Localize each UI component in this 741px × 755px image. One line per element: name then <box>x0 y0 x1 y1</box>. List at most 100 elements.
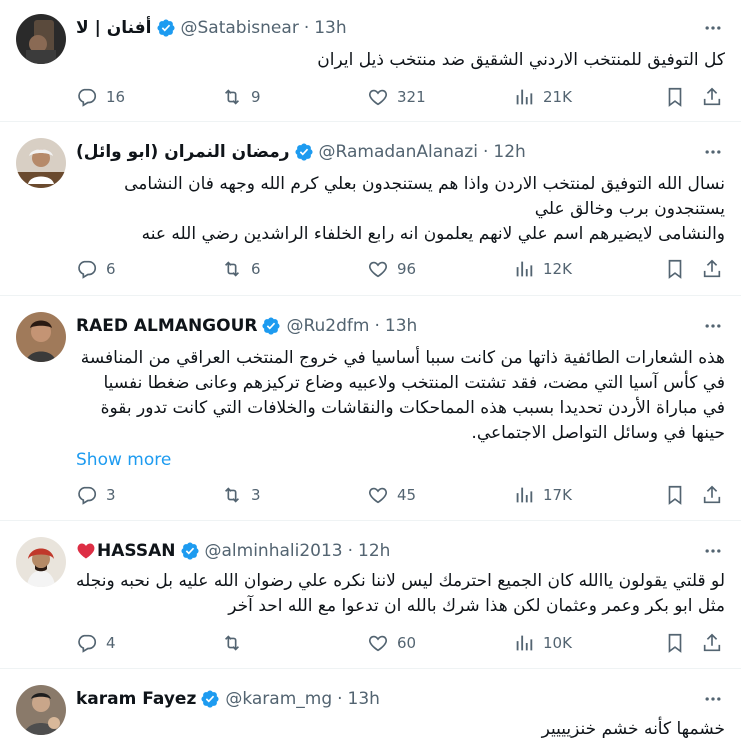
timestamp[interactable]: 13h <box>348 689 380 709</box>
reply-icon <box>78 634 97 653</box>
tweet-header: رمضان النمران (ابو وائل) @RamadanAlanazi… <box>76 140 725 164</box>
like-button[interactable]: 45 <box>367 484 416 506</box>
retweet-icon <box>224 635 240 651</box>
handle[interactable]: @RamadanAlanazi <box>319 142 478 162</box>
views-button[interactable]: 12K <box>513 258 572 280</box>
retweet-icon <box>224 89 240 105</box>
share-button[interactable] <box>701 632 723 654</box>
tweet-text: لو قلتي يقولون ياالله كان الجميع احترمك … <box>76 571 725 616</box>
tweet-header: RAED ALMANGOUR @Ru2dfm · 13h <box>76 314 725 338</box>
display-name[interactable]: RAED ALMANGOUR <box>76 316 257 336</box>
analytics-icon <box>516 261 533 277</box>
view-count: 17K <box>543 486 572 504</box>
display-name[interactable]: karam Fayez <box>76 689 196 709</box>
retweet-count: 6 <box>251 260 261 278</box>
heart-icon <box>369 261 387 278</box>
avatar[interactable] <box>16 14 66 64</box>
more-dots-icon <box>705 26 721 30</box>
analytics-icon <box>516 487 533 503</box>
display-name[interactable]: رمضان النمران (ابو وائل) <box>76 142 290 162</box>
tweet-text: هذه الشعارات الطائفية ذاتها من كانت سببا… <box>80 348 725 443</box>
avatar[interactable] <box>16 138 66 188</box>
separator-dot: · <box>303 18 310 38</box>
more-options-button[interactable] <box>701 539 725 563</box>
reply-count: 6 <box>106 260 116 278</box>
timestamp[interactable]: 12h <box>358 541 390 561</box>
heart-emoji-icon <box>76 541 96 561</box>
show-more-link[interactable]: Show more <box>76 448 725 472</box>
bookmark-icon <box>668 259 682 279</box>
tweet-header: karam Fayez @karam_mg · 13h <box>76 687 725 711</box>
handle[interactable]: @Ru2dfm <box>286 316 369 336</box>
verified-badge-icon <box>200 689 220 709</box>
tweet[interactable]: RAED ALMANGOUR @Ru2dfm · 13h هذه الشعارا… <box>0 296 741 521</box>
tweet-header: أفنان | لا @Satabisnear · 13h <box>76 16 725 40</box>
more-dots-icon <box>705 549 721 553</box>
retweet-count: 9 <box>251 88 261 106</box>
reply-count: 4 <box>106 634 116 652</box>
handle[interactable]: @alminhali2013 <box>205 541 343 561</box>
display-name[interactable]: HASSAN <box>97 541 176 561</box>
tweet[interactable]: أفنان | لا @Satabisnear · 13h كل التوفيق… <box>0 0 741 122</box>
reply-button[interactable]: 16 <box>76 86 125 108</box>
tweet-actions: 3 3 45 17K <box>76 483 725 507</box>
separator-dot: · <box>337 689 343 709</box>
timeline: أفنان | لا @Satabisnear · 13h كل التوفيق… <box>0 0 741 755</box>
like-count: 45 <box>397 486 417 504</box>
display-name[interactable]: أفنان | لا <box>76 18 152 38</box>
reply-button[interactable]: 6 <box>76 258 116 280</box>
tweet[interactable]: رمضان النمران (ابو وائل) @RamadanAlanazi… <box>0 122 741 296</box>
more-dots-icon <box>705 324 721 328</box>
like-button[interactable]: 321 <box>367 86 426 108</box>
share-button[interactable] <box>701 258 723 280</box>
more-options-button[interactable] <box>701 314 725 338</box>
view-count: 12K <box>543 260 572 278</box>
handle[interactable]: @Satabisnear <box>181 18 299 38</box>
separator-dot: · <box>347 541 354 561</box>
bookmark-icon <box>668 87 682 107</box>
view-count: 21K <box>543 88 572 106</box>
bookmark-button[interactable] <box>664 484 686 506</box>
verified-badge-icon <box>156 18 176 38</box>
share-button[interactable] <box>701 86 723 108</box>
share-button[interactable] <box>701 484 723 506</box>
verified-badge-icon <box>180 541 200 561</box>
tweet-actions: 6 6 96 12K <box>76 257 725 281</box>
more-options-button[interactable] <box>701 687 725 711</box>
like-button[interactable]: 60 <box>367 632 416 654</box>
retweet-icon <box>224 487 240 503</box>
like-count: 321 <box>397 88 426 106</box>
bookmark-button[interactable] <box>664 86 686 108</box>
avatar[interactable] <box>16 685 66 735</box>
more-options-button[interactable] <box>701 16 725 40</box>
tweet-actions: 16 9 321 21K <box>76 85 725 109</box>
timestamp[interactable]: 12h <box>493 142 525 162</box>
retweet-button[interactable]: 6 <box>221 258 261 280</box>
retweet-button[interactable] <box>221 632 251 654</box>
bookmark-button[interactable] <box>664 632 686 654</box>
bookmark-button[interactable] <box>664 258 686 280</box>
avatar[interactable] <box>16 537 66 587</box>
timestamp[interactable]: 13h <box>385 316 417 336</box>
views-button[interactable]: 21K <box>513 86 572 108</box>
tweet-actions: 4 60 10K <box>76 631 725 655</box>
reply-button[interactable]: 4 <box>76 632 116 654</box>
like-button[interactable]: 96 <box>367 258 416 280</box>
reply-button[interactable]: 3 <box>76 484 116 506</box>
tweet[interactable]: HASSAN @alminhali2013 · 12h لو قلتي يقول… <box>0 521 741 669</box>
timestamp[interactable]: 13h <box>314 18 346 38</box>
retweet-button[interactable]: 9 <box>221 86 261 108</box>
avatar[interactable] <box>16 312 66 362</box>
views-button[interactable]: 17K <box>513 484 572 506</box>
reply-icon <box>78 486 97 505</box>
views-button[interactable]: 10K <box>513 632 572 654</box>
more-options-button[interactable] <box>701 140 725 164</box>
share-icon <box>703 87 721 106</box>
reply-count: 16 <box>106 88 126 106</box>
share-icon <box>703 485 721 504</box>
handle[interactable]: @karam_mg <box>225 689 332 709</box>
tweet[interactable]: karam Fayez @karam_mg · 13h خشمها كأنه خ… <box>0 669 741 755</box>
tweet-text: كل التوفيق للمنتخب الاردني الشقيق ضد منت… <box>317 50 725 70</box>
share-icon <box>703 633 721 652</box>
retweet-button[interactable]: 3 <box>221 484 261 506</box>
